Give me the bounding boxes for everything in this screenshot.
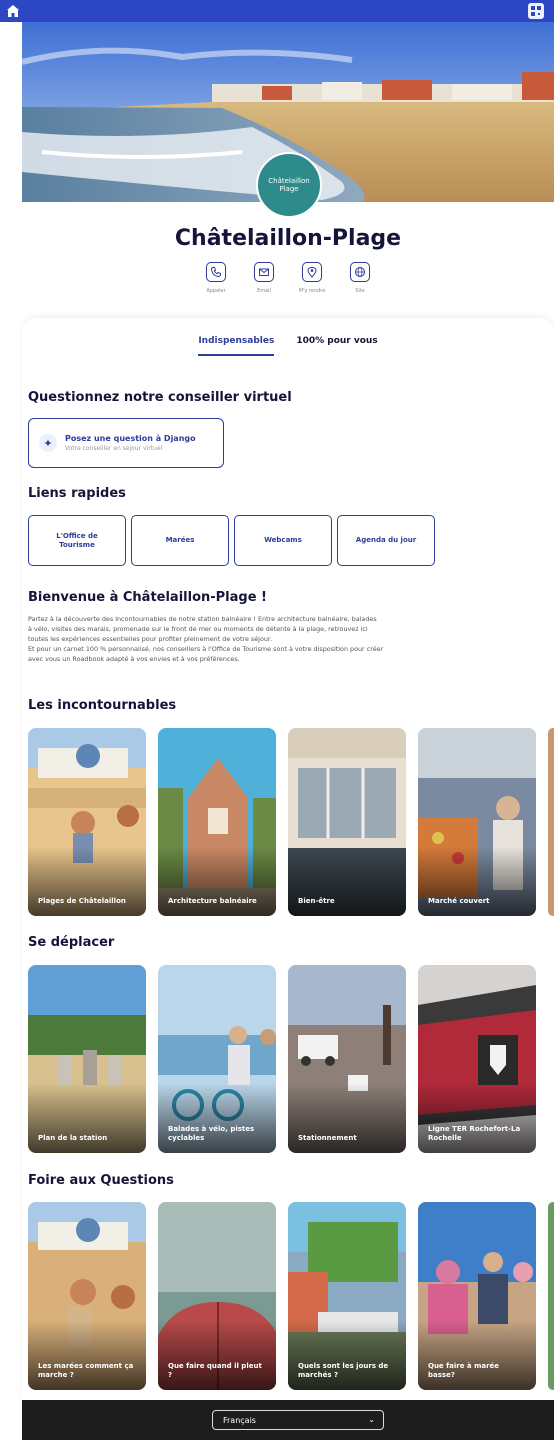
welcome-line: toutes les expériences essentielles pour… [28,635,272,643]
tab-indispensables[interactable]: Indispensables [198,336,275,356]
faq-carousel: Les marées comment ça marche ? Que faire… [28,1202,554,1390]
quick-links: L'Office de Tourisme Marées Webcams Agen… [28,515,435,566]
language-select[interactable]: Français ⌄ [212,1410,384,1430]
mail-icon[interactable] [254,262,274,282]
card-caption: Quels sont les jours de marchés ? [298,1362,389,1379]
incontournables-heading: Les incontournables [28,698,177,713]
ask-django-title: Posez une question à Django [65,434,196,443]
directions-label: M'y rendre [298,288,326,294]
tab-bar: Indispensables 100% pour vous [22,336,554,356]
website-action[interactable]: Site [340,262,380,294]
welcome-line: Partez à la découverte des incontournabl… [28,615,377,623]
card-velo[interactable]: Balades à vélo, pistes cyclables [158,965,276,1153]
card-plages[interactable]: Plages de Châtelaillon [28,728,146,916]
card-next-peek[interactable] [548,728,554,916]
contact-actions: Appeler Email M'y rendre Site [0,262,554,294]
map-pin-icon[interactable] [302,262,322,282]
card-caption: Plan de la station [38,1134,108,1142]
faq-heading: Foire aux Questions [28,1173,174,1188]
card-caption: Plages de Châtelaillon [38,897,126,905]
ask-django-button[interactable]: ✦ Posez une question à Django Votre cons… [28,418,224,468]
card-marche[interactable]: Marché couvert [418,728,536,916]
call-action[interactable]: Appeler [196,262,236,294]
call-label: Appeler [206,288,226,294]
language-value: Français [223,1415,256,1425]
card-caption: Les marées comment ça marche ? [38,1362,134,1379]
card-maree-basse[interactable]: Que faire à marée basse? [418,1202,536,1390]
quick-link-webcams[interactable]: Webcams [234,515,332,566]
card-caption: Stationnement [298,1134,357,1142]
logo-line1: Châtelaillon [268,177,310,185]
ask-django-subtitle: Votre conseiller en séjour virtuel [65,445,163,452]
phone-icon[interactable] [206,262,226,282]
card-caption: Marché couvert [428,897,490,905]
card-pluie[interactable]: Que faire quand il pleut ? [158,1202,276,1390]
card-caption: Bien-être [298,897,335,905]
page-title: Châtelaillon-Plage [174,226,402,251]
card-caption: Architecture balnéaire [168,897,257,905]
directions-action[interactable]: M'y rendre [292,262,332,294]
card-plan[interactable]: Plan de la station [28,965,146,1153]
top-bar [0,0,554,22]
footer: Français ⌄ [22,1400,554,1440]
sparkle-icon: ✦ [39,434,57,452]
email-label: Email [257,288,271,294]
quick-link-office[interactable]: L'Office de Tourisme [28,515,126,566]
card-caption: Ligne TER Rochefort-La Rochelle [428,1125,521,1142]
qr-icon[interactable] [528,3,544,19]
card-next-peek[interactable] [548,1202,554,1390]
card-caption: Que faire quand il pleut ? [168,1362,262,1379]
chevron-down-icon: ⌄ [368,1415,375,1424]
welcome-heading: Bienvenue à Châtelaillon-Plage ! [28,590,267,605]
welcome-line: à vélo, visites des marais, promenade su… [28,625,368,633]
deplacer-heading: Se déplacer [28,935,115,950]
logo-line2: Plage [279,185,299,193]
card-marches[interactable]: Quels sont les jours de marchés ? [288,1202,406,1390]
card-stationnement[interactable]: Stationnement [288,965,406,1153]
incontournables-carousel: Plages de Châtelaillon Architecture baln… [28,728,554,916]
assistant-heading: Questionnez notre conseiller virtuel [28,390,292,405]
home-icon[interactable] [5,3,21,19]
deplacer-carousel: Plan de la station Balades à vélo, piste… [28,965,536,1153]
quick-link-marees[interactable]: Marées [131,515,229,566]
website-label: Site [355,288,365,294]
email-action[interactable]: Email [244,262,284,294]
card-bien-etre[interactable]: Bien-être [288,728,406,916]
welcome-line: avec vous un Roadbook adapté à vos envie… [28,655,240,663]
card-caption: Balades à vélo, pistes cyclables [168,1125,255,1142]
globe-icon[interactable] [350,262,370,282]
card-ter[interactable]: Ligne TER Rochefort-La Rochelle [418,965,536,1153]
tab-pour-vous[interactable]: 100% pour vous [296,336,377,356]
quick-link-agenda[interactable]: Agenda du jour [337,515,435,566]
card-architecture[interactable]: Architecture balnéaire [158,728,276,916]
quick-links-heading: Liens rapides [28,486,126,501]
brand-logo: Châtelaillon Plage [256,152,322,218]
card-marees[interactable]: Les marées comment ça marche ? [28,1202,146,1390]
welcome-text: Partez à la découverte des incontournabl… [28,614,550,664]
welcome-line: Et pour un carnet 100 % personnalisé, no… [28,645,384,653]
card-caption: Que faire à marée basse? [428,1362,500,1379]
